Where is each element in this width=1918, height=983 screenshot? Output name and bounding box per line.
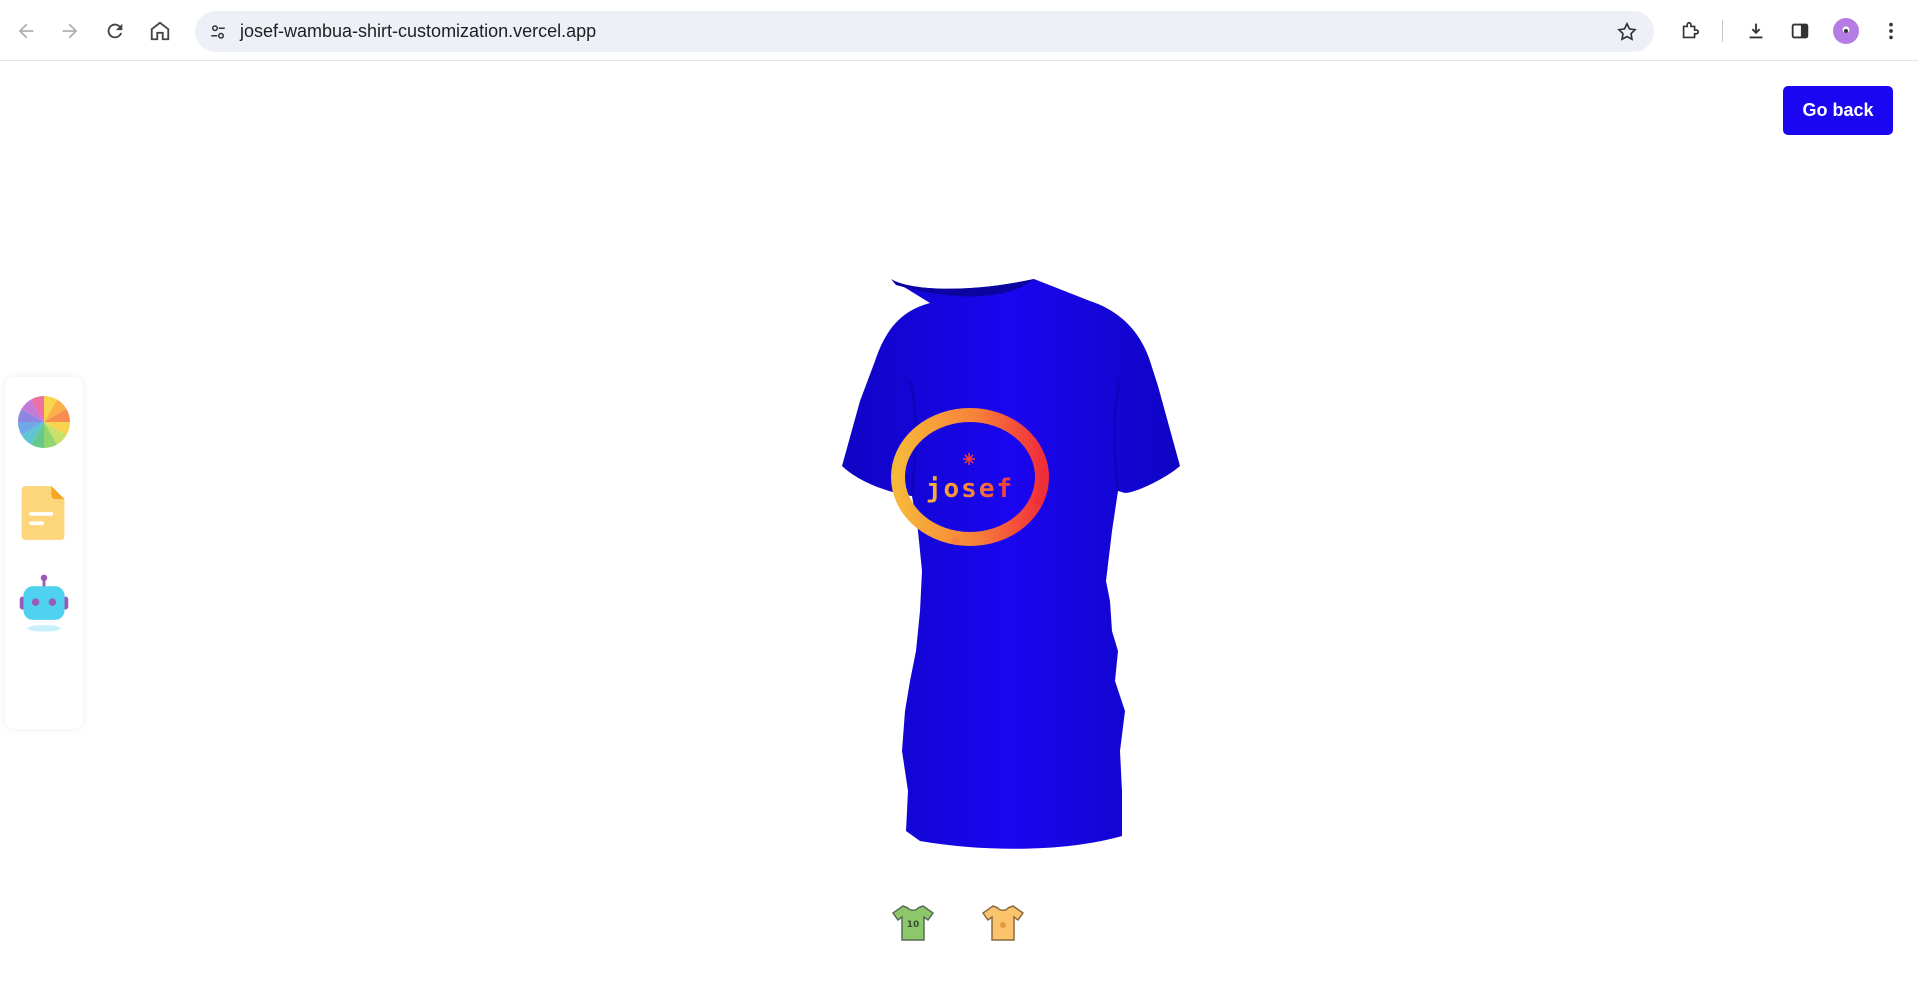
logo-shirt-tab[interactable]: 10: [890, 901, 936, 945]
profile-avatar[interactable]: [1833, 18, 1859, 44]
color-picker-tab[interactable]: [15, 391, 73, 453]
logo-shirt-icon: 10: [891, 905, 935, 941]
browser-toolbar: josef-wambua-shirt-customization.vercel.…: [0, 0, 1918, 61]
shirt-model: josef: [842, 279, 1180, 849]
star-icon[interactable]: [1614, 19, 1640, 45]
filter-tabs: 10: [890, 901, 1030, 951]
side-panel-icon[interactable]: [1783, 14, 1817, 48]
robot-icon: [19, 574, 69, 632]
logo-text: josef: [926, 474, 1014, 504]
svg-text:10: 10: [907, 920, 920, 930]
address-bar[interactable]: josef-wambua-shirt-customization.vercel.…: [195, 11, 1654, 52]
ai-picker-tab[interactable]: [15, 573, 73, 635]
editor-tabs: [5, 377, 83, 729]
forward-icon[interactable]: [53, 14, 87, 48]
stylish-shirt-tab[interactable]: [980, 901, 1026, 945]
shirt-canvas[interactable]: josef: [670, 211, 1270, 921]
back-icon[interactable]: [9, 14, 43, 48]
download-icon[interactable]: [1739, 14, 1773, 48]
stylish-shirt-icon: [981, 905, 1025, 941]
file-picker-tab[interactable]: [15, 482, 73, 544]
home-icon[interactable]: [143, 14, 177, 48]
go-back-button[interactable]: Go back: [1783, 86, 1893, 135]
toolbar-divider: [1722, 20, 1723, 42]
more-icon[interactable]: [1874, 14, 1908, 48]
file-icon: [21, 486, 65, 540]
customizer-page: Go back josef 10: [0, 61, 1918, 983]
tune-icon[interactable]: [205, 19, 231, 45]
extensions-icon[interactable]: [1673, 14, 1707, 48]
url-text[interactable]: josef-wambua-shirt-customization.vercel.…: [240, 21, 596, 42]
reload-icon[interactable]: [98, 14, 132, 48]
color-wheel-icon: [18, 396, 70, 448]
